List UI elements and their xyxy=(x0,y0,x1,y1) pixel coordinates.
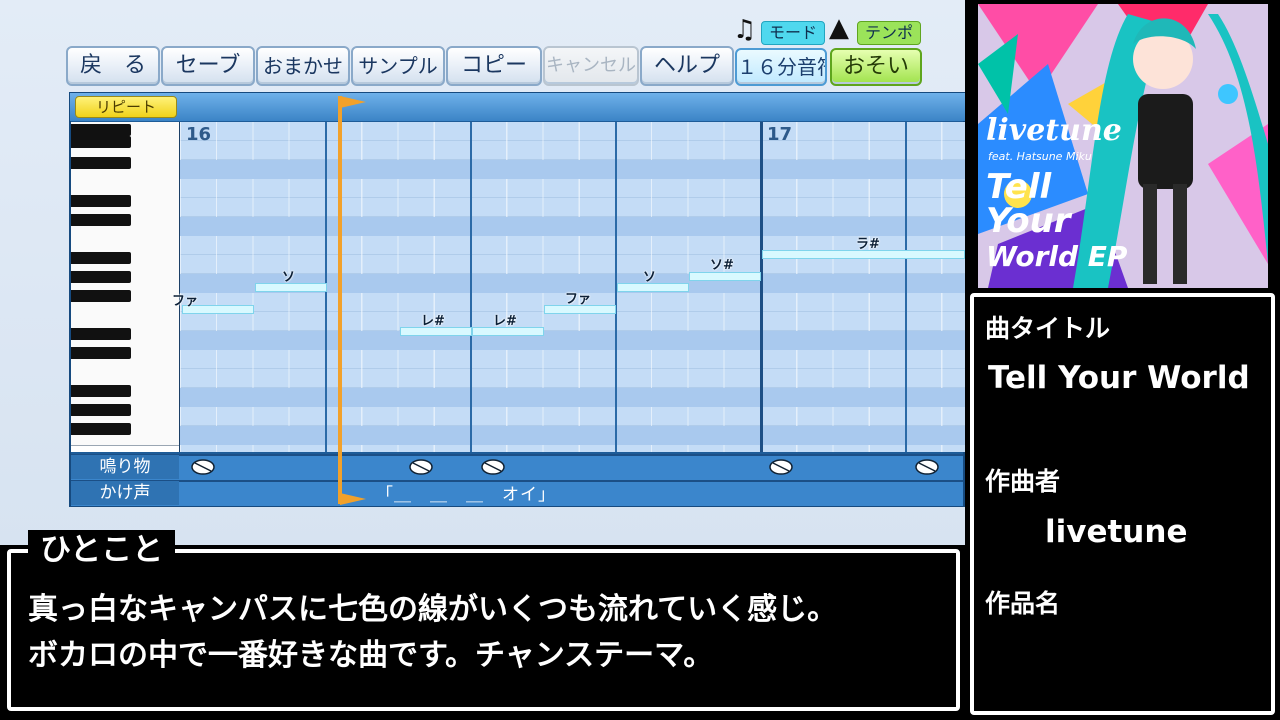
black-key[interactable] xyxy=(71,404,131,416)
timeline-header xyxy=(70,93,965,121)
note-label: ラ# xyxy=(856,237,880,252)
drum-icon[interactable] xyxy=(914,458,940,476)
album-art-title-word: Your xyxy=(986,201,1071,241)
album-art-feat: feat. Hatsune Miku xyxy=(988,150,1092,163)
black-key[interactable] xyxy=(71,290,131,302)
song-info-panel xyxy=(970,293,1275,715)
back-button[interactable]: 戻 る xyxy=(66,46,160,86)
sample-button[interactable]: サンプル xyxy=(351,46,445,86)
black-key[interactable] xyxy=(71,328,131,340)
beat-line xyxy=(470,122,472,452)
composer-value: livetune xyxy=(1045,514,1188,550)
grid-row-shade xyxy=(180,388,965,407)
song-title-label: 曲タイトル xyxy=(985,314,1111,343)
measure-line xyxy=(760,122,763,452)
cancel-button[interactable]: キャンセル xyxy=(543,46,639,86)
music-note-icon: ♫ xyxy=(733,15,757,45)
save-button[interactable]: セーブ xyxy=(161,46,255,86)
instrument-track-label: 鳴り物 xyxy=(71,455,179,479)
drum-icon[interactable] xyxy=(408,458,434,476)
auto-button[interactable]: おまかせ xyxy=(256,46,350,86)
tempo-button[interactable]: おそい xyxy=(830,48,922,86)
grid-row-shade xyxy=(180,217,965,236)
black-key[interactable] xyxy=(71,423,131,435)
mode-tag: モード xyxy=(761,21,825,45)
black-key[interactable] xyxy=(71,214,131,226)
metronome-icon: ▲ xyxy=(829,13,849,43)
piano-keyboard[interactable] xyxy=(71,122,181,452)
drum-icon[interactable] xyxy=(190,458,216,476)
note-label: ソ xyxy=(643,270,657,285)
black-key[interactable] xyxy=(71,157,131,169)
grid-row-shade xyxy=(180,160,965,179)
grid-row-shade xyxy=(180,331,965,350)
score-editor-screen: 戻 る セーブ おまかせ サンプル コピー キャンセル ヘルプ ♫ モード ▲ … xyxy=(0,0,1280,720)
black-key[interactable] xyxy=(71,136,131,148)
work-label: 作品名 xyxy=(985,589,1061,618)
song-title-value: Tell Your World xyxy=(988,360,1250,396)
call-track-label: かけ声 xyxy=(71,481,179,505)
album-art-title-word: World EP xyxy=(986,240,1128,273)
black-key[interactable] xyxy=(71,271,131,283)
copy-button[interactable]: コピー xyxy=(446,46,542,86)
drum-icon[interactable] xyxy=(480,458,506,476)
note-bar[interactable] xyxy=(689,272,761,281)
black-key[interactable] xyxy=(71,347,131,359)
help-button[interactable]: ヘルプ xyxy=(640,46,734,86)
album-art: livetune feat. Hatsune Miku Tell Your Wo… xyxy=(978,4,1268,288)
note-label: ソ xyxy=(282,270,296,285)
note-label: ファ xyxy=(172,294,199,309)
beat-line xyxy=(905,122,907,452)
tempo-tag: テンポ xyxy=(857,21,921,45)
repeat-button[interactable]: リピート xyxy=(75,96,177,118)
note-label: ファ xyxy=(565,292,592,307)
black-key[interactable] xyxy=(71,195,131,207)
composer-label: 作曲者 xyxy=(985,467,1061,496)
playback-cursor[interactable] xyxy=(338,96,342,504)
album-art-artist: livetune xyxy=(986,113,1122,148)
comment-line: ボカロの中で一番好きな曲です。チャンステーマ。 xyxy=(28,638,714,673)
black-key[interactable] xyxy=(71,252,131,264)
album-art-title-word: Tell xyxy=(986,167,1052,207)
measure-number: 16 xyxy=(186,124,212,145)
grid-row-shade xyxy=(180,426,965,445)
note-mode-button[interactable]: １６分音符 xyxy=(735,48,827,86)
note-label: レ# xyxy=(493,314,517,329)
measure-number: 17 xyxy=(767,124,793,145)
call-text: 「＿ ＿ ＿ オイ」 xyxy=(376,485,556,505)
cursor-top-arrow-icon xyxy=(340,96,366,108)
note-label: ソ# xyxy=(710,258,734,273)
drum-icon[interactable] xyxy=(768,458,794,476)
cursor-bottom-arrow-icon xyxy=(340,493,366,505)
black-key[interactable] xyxy=(71,124,131,136)
comment-line: 真っ白なキャンパスに七色の線がいくつも流れていく感じ。 xyxy=(28,592,838,627)
black-key[interactable] xyxy=(71,385,131,397)
comment-title: ひとこと xyxy=(28,530,176,570)
note-label: レ# xyxy=(421,314,445,329)
